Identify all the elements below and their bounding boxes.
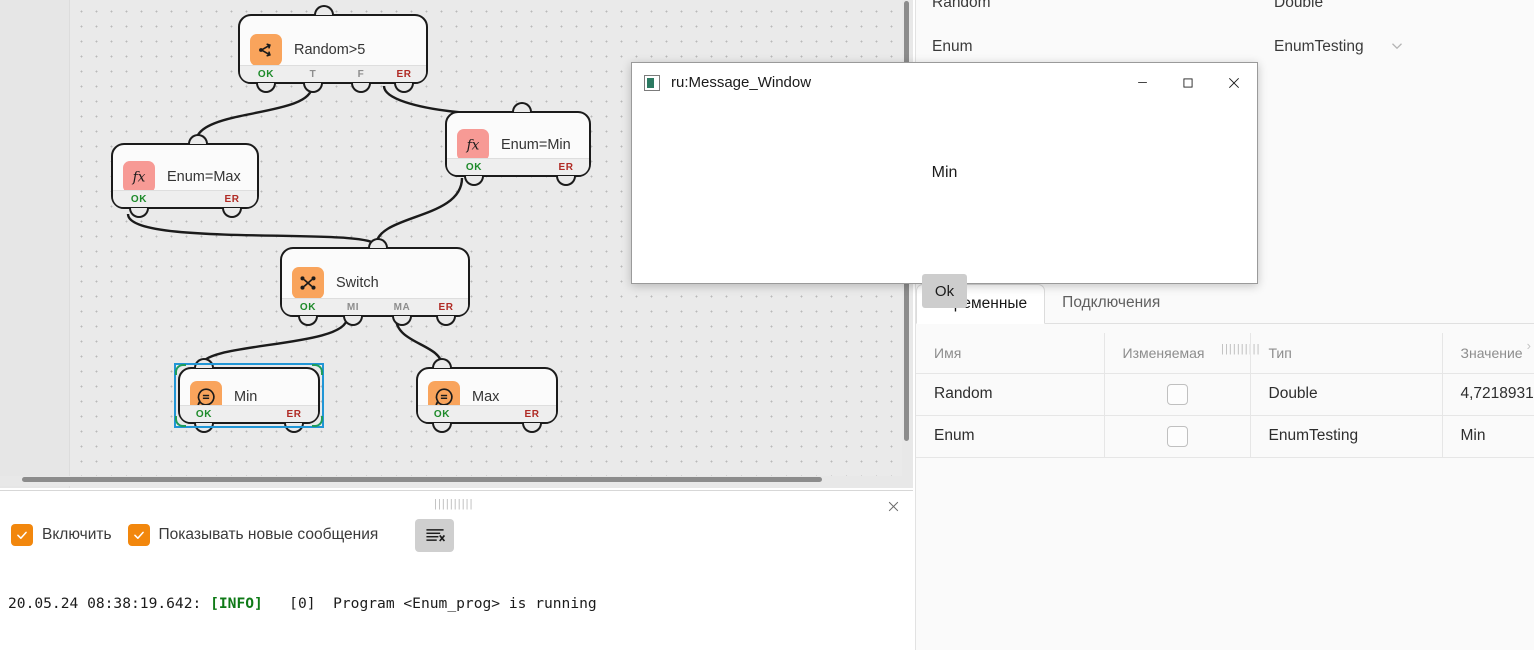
node-ports: OK T F ER [240, 65, 426, 82]
dialog-body: Min Ok [632, 102, 1257, 308]
node-ports: OK ER [113, 190, 257, 207]
app-root: Random>5 OK T F ER fx Enum=Max OK ER fx … [0, 0, 1534, 650]
canvas-horizontal-scrollbar[interactable] [0, 476, 913, 486]
port-label-er[interactable]: ER [224, 194, 239, 205]
node-ports: OK ER [180, 405, 318, 422]
node-title: Max [472, 388, 500, 405]
port-label-ok[interactable]: OK [131, 194, 147, 205]
table-header-row: Имя Изменяемая Тип Значение [916, 333, 1534, 374]
function-fx-icon: fx [123, 161, 155, 193]
node-switch[interactable]: Switch OK MI MA ER [280, 237, 470, 327]
log-panel: |||||||||| Включить Показывать новые соо… [0, 490, 913, 650]
cell-type: EnumTesting [1250, 415, 1443, 458]
chevron-down-icon[interactable] [1388, 37, 1406, 60]
port-label-er[interactable]: ER [396, 69, 411, 80]
port-label-f[interactable]: F [358, 69, 365, 80]
dialog-titlebar[interactable]: ru:Message_Window [632, 63, 1257, 102]
dialog-message-text: Min [931, 164, 958, 181]
port-label-ok[interactable]: OK [258, 69, 274, 80]
switch-icon [292, 267, 324, 299]
property-name: Enum [932, 38, 973, 55]
window-controls [1119, 63, 1257, 102]
canvas-horizontal-scrollbar-thumb[interactable] [22, 477, 822, 482]
node-enum-eq-min[interactable]: fx Enum=Min OK ER [445, 101, 591, 187]
property-name: Random [932, 0, 991, 11]
panel-tabs: Переменные Подключения [916, 284, 1534, 324]
node-title: Switch [336, 275, 379, 291]
log-message: Program <Enum_prog> is running [333, 595, 597, 613]
cell-mutable[interactable] [1104, 415, 1251, 458]
svg-text:fx: fx [132, 170, 146, 186]
show-new-messages-checkbox[interactable] [127, 524, 150, 546]
property-value: Double [1274, 0, 1324, 11]
clear-log-button[interactable] [415, 518, 455, 552]
log-timestamp: 20.05.24 08:38:19.642: [8, 595, 202, 613]
port-label-ok[interactable]: OK [434, 409, 450, 420]
log-panel-resize-grip[interactable]: |||||||||| [434, 498, 474, 510]
message-window-dialog[interactable]: ru:Message_Window Min Ok [631, 62, 1258, 308]
node-ports: OK MI MA ER [282, 298, 468, 315]
port-label-ok[interactable]: OK [466, 162, 482, 173]
mutable-checkbox[interactable] [1166, 383, 1188, 405]
node-title: Random>5 [294, 42, 366, 58]
cell-name: Random [916, 373, 1105, 416]
log-line: 20.05.24 08:38:19.642: [INFO] [0] Progra… [8, 594, 913, 615]
svg-text:fx: fx [466, 138, 480, 154]
enable-log-label: Включить [42, 526, 112, 543]
show-new-messages-label: Показывать новые сообщения [158, 526, 379, 543]
node-enum-eq-max[interactable]: fx Enum=Max OK ER [111, 133, 259, 219]
function-fx-icon: fx [457, 129, 489, 161]
cell-value: 4,7218931 [1442, 373, 1534, 416]
cell-value: Min [1442, 415, 1534, 458]
dialog-title: ru:Message_Window [671, 74, 812, 91]
column-header-value[interactable]: Значение [1442, 333, 1534, 374]
cell-type: Double [1250, 373, 1443, 416]
cell-name: Enum [916, 415, 1105, 458]
log-level: [INFO] [210, 595, 263, 613]
column-header-name[interactable]: Имя [916, 333, 1105, 374]
variables-table: Имя Изменяемая Тип Значение Random Doubl… [916, 333, 1534, 458]
column-header-mutable[interactable]: Изменяемая [1104, 333, 1251, 374]
enable-log-checkbox[interactable] [11, 524, 33, 546]
port-label-ok[interactable]: OK [300, 302, 316, 313]
maximize-icon[interactable] [1165, 63, 1211, 102]
branch-icon [250, 34, 282, 66]
close-icon[interactable] [1211, 63, 1257, 102]
node-random-gt-5[interactable]: Random>5 OK T F ER [238, 4, 428, 94]
ok-button[interactable]: Ok [922, 274, 967, 308]
port-label-ma[interactable]: MA [394, 302, 411, 313]
log-toolbar: Включить Показывать новые сообщения [0, 513, 913, 557]
property-row-random[interactable]: Random Double [916, 0, 1534, 24]
canvas-left-gutter [0, 0, 70, 488]
node-title: Enum=Min [501, 137, 571, 153]
property-value: EnumTesting [1274, 38, 1364, 55]
node-ports: OK ER [447, 158, 589, 175]
node-max[interactable]: Max OK ER [416, 357, 558, 434]
port-label-er[interactable]: ER [558, 162, 573, 173]
node-ports: OK ER [418, 405, 556, 422]
log-thread: [0] [289, 595, 316, 613]
port-label-er[interactable]: ER [524, 409, 539, 420]
app-icon [644, 74, 660, 91]
mutable-checkbox[interactable] [1166, 425, 1188, 447]
node-min[interactable]: Min OK ER [178, 357, 320, 434]
cell-mutable[interactable] [1104, 373, 1251, 416]
node-title: Enum=Max [167, 169, 241, 185]
port-label-er[interactable]: ER [438, 302, 453, 313]
port-label-t[interactable]: T [310, 69, 317, 80]
table-row[interactable]: Enum EnumTesting Min [916, 415, 1534, 458]
column-header-type[interactable]: Тип [1250, 333, 1443, 374]
table-row[interactable]: Random Double 4,7218931 [916, 373, 1534, 416]
port-label-er[interactable]: ER [286, 409, 301, 420]
port-label-ok[interactable]: OK [196, 409, 212, 420]
tab-connections[interactable]: Подключения [1045, 283, 1177, 323]
minimize-icon[interactable] [1119, 63, 1165, 102]
node-title: Min [234, 388, 258, 405]
port-label-mi[interactable]: MI [347, 302, 359, 313]
log-output[interactable]: 20.05.24 08:38:19.642: [INFO] [0] Progra… [8, 553, 913, 650]
